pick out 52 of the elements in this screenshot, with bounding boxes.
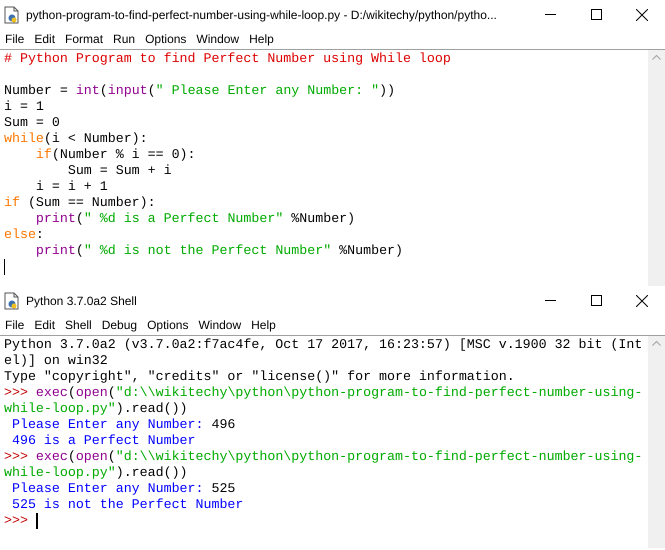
- window-title: python-program-to-find-perfect-number-using-while-loop.py - D:/wikitechy/python/pytho...: [26, 6, 497, 24]
- python-file-icon: [4, 292, 20, 310]
- shell-line: >>>: [4, 513, 29, 529]
- shell-line: Type "copyright", "credits" or "license()" for more information.: [4, 369, 515, 385]
- shell-line: while-loop.py").read()): [4, 465, 188, 481]
- minimize-icon: [544, 300, 556, 301]
- code-line: while(i < Number):: [4, 131, 148, 147]
- shell-line: 496 is a Perfect Number: [10, 433, 196, 449]
- shell-line: >>> exec(open("d:\\wikitechy\python\python-program-to-find-perfect-number-using-: [4, 449, 642, 465]
- menu-item[interactable]: File: [0, 30, 30, 48]
- scrollbar[interactable]: [648, 336, 665, 548]
- shell-line: el)] on win32: [4, 353, 108, 369]
- menu-item[interactable]: Help: [246, 316, 281, 334]
- code-line: if(Number % i == 0):: [34, 147, 196, 163]
- shell-line: Python 3.7.0a2 (v3.7.0a2:f7ac4fe, Oct 17 2017, 16:23:57) [MSC v.1900 32 bit (Int: [4, 337, 642, 353]
- minimize-icon: [544, 14, 556, 15]
- menu-item[interactable]: Help: [244, 30, 279, 48]
- scroll-up-icon[interactable]: [652, 54, 661, 60]
- code-line: i = i + 1: [34, 179, 108, 195]
- maximize-icon: [590, 295, 602, 306]
- menu-item[interactable]: Run: [108, 30, 140, 48]
- python-file-icon: [4, 6, 20, 24]
- code-line: if (Sum == Number):: [4, 195, 156, 211]
- code-line: else:: [4, 227, 44, 243]
- menu-item[interactable]: Window: [193, 316, 246, 334]
- menu-item[interactable]: Window: [191, 30, 244, 48]
- code-line: # Python Program to find Perfect Number using While loop: [4, 51, 451, 67]
- scroll-up-icon[interactable]: [652, 340, 661, 346]
- menu-item[interactable]: Shell: [60, 316, 97, 334]
- menu-item[interactable]: Debug: [96, 316, 142, 334]
- scrollbar[interactable]: [648, 50, 665, 286]
- menu-item[interactable]: Options: [142, 316, 194, 334]
- menu-item[interactable]: Options: [140, 30, 192, 48]
- code-line: Sum = 0: [4, 115, 60, 131]
- code-line: print(" %d is not the Perfect Number" %Number): [34, 243, 404, 259]
- window-title: Python 3.7.0a2 Shell: [26, 292, 137, 310]
- shell-line: 525 is not the Perfect Number: [10, 497, 244, 513]
- code-line: print(" %d is a Perfect Number" %Number): [34, 211, 356, 227]
- menu-item[interactable]: Edit: [29, 30, 60, 48]
- maximize-icon: [590, 9, 602, 20]
- menu-item[interactable]: Edit: [29, 316, 60, 334]
- code-line: i = 1: [4, 99, 44, 115]
- shell-line: while-loop.py").read()): [4, 401, 188, 417]
- shell-line: Please Enter any Number: 496: [10, 417, 236, 433]
- shell-line: Please Enter any Number: 525: [10, 481, 236, 497]
- shell-line: >>> exec(open("d:\\wikitechy\python\python-program-to-find-perfect-number-using-: [4, 385, 642, 401]
- code-line: Sum = Sum + i: [66, 163, 172, 179]
- close-icon: [636, 8, 648, 20]
- code-line: Number = int(input(" Please Enter any Number: ")): [4, 83, 396, 99]
- menu-item[interactable]: Format: [60, 30, 108, 48]
- close-icon: [636, 294, 648, 306]
- menu-item[interactable]: File: [0, 316, 30, 334]
